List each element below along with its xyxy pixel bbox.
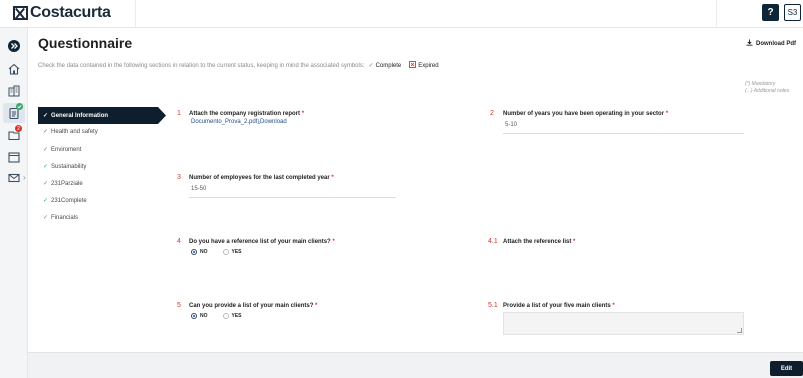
chevron-right-icon[interactable]: › bbox=[23, 173, 26, 182]
question-label: Do you have a reference list of your mai… bbox=[189, 239, 335, 245]
question-label: Number of employees for the last complet… bbox=[189, 175, 334, 181]
question-number: 2 bbox=[490, 110, 494, 117]
home-icon[interactable] bbox=[7, 62, 21, 76]
question-label: Attach the company registration report * bbox=[189, 111, 305, 117]
section-nav-financials[interactable]: ✓ Financials bbox=[43, 214, 79, 222]
help-button[interactable]: ? bbox=[762, 4, 779, 21]
section-label: Enviroment bbox=[51, 146, 82, 153]
page-title: Questionnaire bbox=[38, 35, 133, 51]
side-rail: 2 › bbox=[0, 28, 28, 378]
question-number: 4.1 bbox=[488, 238, 498, 245]
section-label: Financials bbox=[51, 214, 79, 221]
footer-bar bbox=[28, 352, 803, 378]
attached-file[interactable]: Documento_Prova_2.pdf⤓Download bbox=[191, 119, 287, 126]
logo-mark-icon bbox=[13, 6, 28, 20]
section-nav-general-information[interactable]: ✓ General Information bbox=[38, 107, 166, 124]
buildings-icon[interactable] bbox=[7, 84, 21, 98]
subtitle-text: Check the data contained in the followin… bbox=[38, 62, 365, 69]
section-nav-health-and-safety[interactable]: ✓ Health and safety bbox=[43, 128, 98, 136]
radio-yes-label: YES bbox=[231, 313, 242, 319]
check-icon: ✓ bbox=[43, 129, 49, 135]
check-icon: ✓ bbox=[43, 147, 49, 153]
check-icon: ✓ bbox=[43, 113, 49, 119]
calendar-icon[interactable] bbox=[7, 150, 21, 164]
file-download-link[interactable]: Download bbox=[260, 119, 287, 125]
question-number: 4 bbox=[177, 238, 181, 245]
radio-yes[interactable] bbox=[222, 313, 229, 319]
radio-no[interactable] bbox=[191, 249, 197, 255]
folder-count-badge: 2 bbox=[15, 125, 22, 132]
question-label: Number of years you have been operating … bbox=[503, 111, 669, 117]
radio-yes-label: YES bbox=[231, 249, 242, 255]
section-label: Health and safety bbox=[51, 128, 98, 135]
radio-no[interactable] bbox=[191, 313, 197, 319]
section-nav-sustainability[interactable]: ✓ Sustainability bbox=[43, 163, 87, 171]
top-divider bbox=[135, 0, 136, 28]
legend: (*) Mandatory (...) Additional notes bbox=[745, 81, 789, 95]
check-icon: ✓ bbox=[43, 181, 49, 187]
question-label: Can you provide a list of your main clie… bbox=[189, 303, 318, 309]
download-pdf-label: Download Pdf bbox=[756, 40, 796, 47]
radio-no-label: NO bbox=[200, 313, 208, 319]
status-complete-label: Complete bbox=[375, 62, 402, 69]
question-label: Attach the reference list * bbox=[503, 239, 576, 245]
mail-icon[interactable] bbox=[7, 171, 21, 185]
check-icon: ✓ bbox=[368, 63, 374, 69]
complete-badge bbox=[16, 103, 23, 110]
top-bar: Costacurta ? S3 bbox=[0, 0, 803, 28]
section-nav-231complete[interactable]: ✓ 231Complete bbox=[43, 197, 87, 205]
field-underline bbox=[189, 197, 396, 198]
expand-icon[interactable] bbox=[7, 39, 21, 53]
radio-no-label: NO bbox=[200, 249, 208, 255]
question-number: 1 bbox=[177, 110, 181, 117]
section-nav-enviroment[interactable]: ✓ Enviroment bbox=[43, 146, 82, 154]
section-nav-231parziale[interactable]: ✓ 231Parziale bbox=[43, 180, 83, 188]
reference-list-radio-group: NO YES bbox=[191, 249, 257, 255]
client-list-radio-group: NO YES bbox=[191, 313, 257, 319]
logo-text: Costacurta bbox=[30, 4, 111, 21]
top-divider bbox=[716, 0, 717, 28]
file-name-link[interactable]: Documento_Prova_2.pdf bbox=[191, 119, 257, 125]
legend-mandatory: (*) Mandatory bbox=[745, 81, 776, 87]
status-expired-label: Expired bbox=[418, 62, 439, 69]
check-icon: ✓ bbox=[43, 215, 49, 221]
download-icon bbox=[746, 39, 753, 48]
section-label: General Information bbox=[51, 112, 109, 119]
page-subtitle: Check the data contained in the followin… bbox=[38, 61, 439, 70]
radio-yes[interactable] bbox=[222, 249, 229, 255]
section-label: 231Parziale bbox=[51, 180, 83, 187]
question-number: 3 bbox=[177, 174, 181, 181]
legend-notes: (...) Additional notes bbox=[745, 88, 790, 94]
user-avatar-button[interactable]: S3 bbox=[784, 4, 801, 21]
employees-value[interactable]: 15-50 bbox=[191, 186, 206, 192]
download-pdf-button[interactable]: Download Pdf bbox=[746, 39, 796, 48]
field-underline bbox=[503, 133, 744, 134]
question-number: 5.1 bbox=[488, 302, 498, 309]
section-label: Sustainability bbox=[51, 163, 87, 170]
question-number: 5 bbox=[177, 302, 181, 309]
years-operating-value[interactable]: 5-10 bbox=[505, 122, 517, 128]
expired-icon bbox=[409, 61, 417, 70]
check-icon: ✓ bbox=[43, 164, 49, 170]
edit-button[interactable]: Edit bbox=[770, 361, 803, 376]
logo[interactable]: Costacurta bbox=[13, 4, 111, 22]
question-label: Provide a list of your five main clients… bbox=[503, 303, 615, 309]
section-label: 231Complete bbox=[51, 197, 87, 204]
check-icon: ✓ bbox=[43, 198, 49, 204]
five-main-clients-textarea[interactable] bbox=[503, 312, 744, 335]
